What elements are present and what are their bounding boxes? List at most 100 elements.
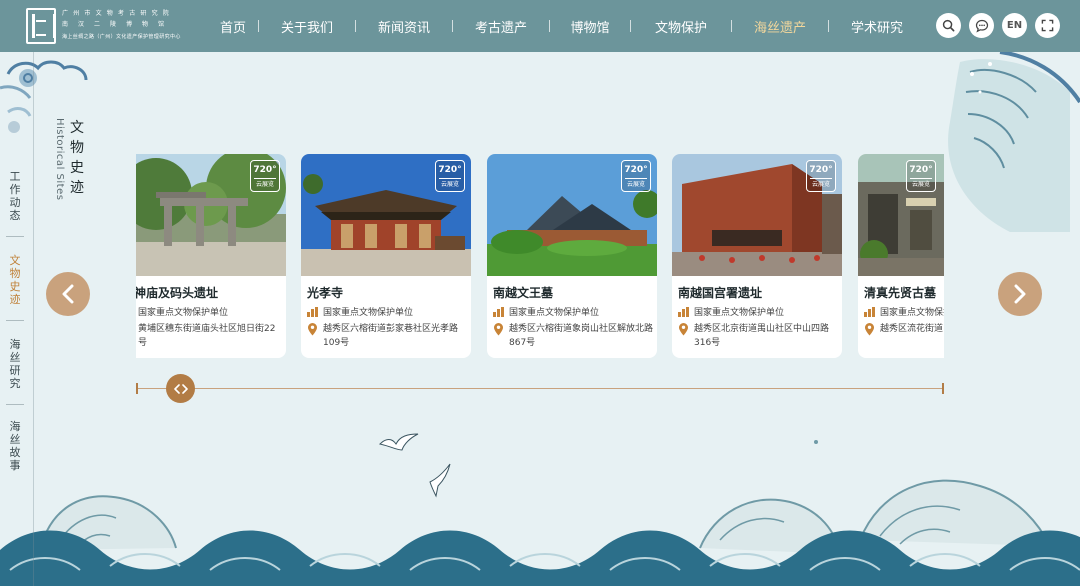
site-card-address-text: 越秀区六榕街道彭家巷社区光孝路109号	[323, 324, 459, 348]
vr-badge-top: 720°	[438, 165, 462, 175]
site-card-name: 南越国宫署遗址	[678, 286, 763, 300]
site-card[interactable]: 720° 云展览 清真先贤古墓 国家重点文物保护单位 越秀区流花街道…北路901…	[858, 154, 944, 358]
logo-text-line1: 广州市文物考古研究院	[62, 10, 175, 17]
vr-720-badge[interactable]: 720° 云展览	[621, 160, 651, 192]
logo-mark	[26, 8, 56, 44]
site-card-name: 南越文王墓	[493, 286, 554, 300]
vr-badge-top: 720°	[253, 165, 277, 175]
chat-icon	[975, 19, 988, 33]
vr-badge-top: 720°	[624, 165, 648, 175]
vr-720-badge[interactable]: 720° 云展览	[906, 160, 936, 192]
site-card-address-text: 越秀区北京街道禺山社区中山四路316号	[694, 324, 830, 348]
nav-item-conservation[interactable]: 文物保护	[631, 17, 731, 36]
site-card-name: 清真先贤古墓	[864, 286, 937, 300]
header-icon-group: EN	[936, 13, 1060, 38]
site-card-level: 国家重点文物保护单位	[307, 305, 413, 318]
nav-item-research[interactable]: 学术研究	[829, 17, 925, 36]
site-card[interactable]: 720° 云展览 南越文王墓 国家重点文物保护单位 越秀区六榕街道象岗山社区解放…	[487, 154, 657, 358]
site-card-image: 720° 云展览	[672, 154, 842, 276]
site-card-name: 海神庙及码头遗址	[136, 286, 219, 300]
site-card-level-text: 国家重点文物保护单位	[138, 308, 229, 318]
scroll-track-start-cap	[136, 383, 138, 394]
chat-button[interactable]	[969, 13, 994, 38]
vr-badge-bottom: 云展览	[254, 178, 276, 189]
nav-item-archaeology[interactable]: 考古遗产	[453, 17, 549, 36]
level-bars-icon	[493, 306, 504, 317]
language-label: EN	[1006, 20, 1023, 31]
site-card-level-text: 国家重点文物保护单位	[694, 308, 785, 318]
site-card-level: 国家重点文物保护单位	[493, 305, 599, 318]
sites-carousel: 720° 云展览 海神庙及码头遗址 国家重点文物保护单位 黄埔区穗东街道庙头社区…	[136, 154, 944, 358]
site-card[interactable]: 720° 云展览 光孝寺 国家重点文物保护单位 越秀区六榕街道彭家巷社区光孝路1…	[301, 154, 471, 358]
site-card-image: 720° 云展览	[858, 154, 944, 276]
search-button[interactable]	[936, 13, 961, 38]
side-item-silk-stories[interactable]: 海丝故事	[8, 420, 22, 472]
carousel-scroll-handle[interactable]	[166, 374, 195, 403]
vr-badge-bottom: 云展览	[625, 178, 647, 189]
nav-item-about[interactable]: 关于我们	[259, 17, 355, 36]
vr-720-badge[interactable]: 720° 云展览	[250, 160, 280, 192]
fullscreen-icon	[1041, 19, 1054, 32]
logo-text-line2: 南汉二陵博物馆	[62, 21, 175, 28]
main-nav: 首页 关于我们 新闻资讯 考古遗产 博物馆 文物保护 海丝遗产 学术研究	[208, 0, 925, 52]
side-item-historical-sites[interactable]: 文物史迹	[8, 254, 22, 306]
side-item-work-news[interactable]: 工作动态	[8, 170, 22, 222]
site-card-address: 黄埔区穗东街道庙头社区旭日街22号	[136, 322, 282, 350]
carousel-prev-button[interactable]	[46, 272, 90, 316]
location-pin-icon	[865, 323, 874, 336]
vr-badge-bottom: 云展览	[439, 178, 461, 189]
drag-arrows-icon	[173, 383, 188, 394]
site-card-level-text: 国家重点文物保护单位	[880, 308, 944, 318]
site-card[interactable]: 720° 云展览 南越国宫署遗址 国家重点文物保护单位 越秀区北京街道禺山社区中…	[672, 154, 842, 358]
scroll-track-end-cap	[942, 383, 944, 394]
nav-item-home[interactable]: 首页	[208, 17, 258, 36]
logo-text-line3: 海上丝绸之路（广州）文化遗产保护管理研究中心	[62, 34, 181, 40]
vr-badge-bottom: 云展览	[810, 178, 832, 189]
site-card-address: 越秀区北京街道禺山社区中山四路316号	[678, 322, 838, 350]
site-card-address: 越秀区流花街道…北路901号	[864, 322, 944, 336]
site-card-level-text: 国家重点文物保护单位	[323, 308, 414, 318]
section-title: 文物史迹	[70, 120, 84, 196]
location-pin-icon	[308, 323, 317, 336]
nav-item-news[interactable]: 新闻资讯	[356, 17, 452, 36]
site-card-address-text: 越秀区六榕街道象岗山社区解放北路867号	[509, 324, 654, 348]
vr-badge-top: 720°	[909, 165, 933, 175]
language-button[interactable]: EN	[1002, 13, 1027, 38]
site-card-address-text: 越秀区流花街道…北路901号	[880, 324, 944, 334]
side-menu-divider	[6, 320, 24, 321]
site-card-level: 国家重点文物保护单位	[678, 305, 784, 318]
chevron-right-icon	[1014, 284, 1026, 304]
site-card-address: 越秀区六榕街道象岗山社区解放北路867号	[493, 322, 653, 350]
site-card-name: 光孝寺	[307, 286, 344, 300]
site-card[interactable]: 720° 云展览 海神庙及码头遗址 国家重点文物保护单位 黄埔区穗东街道庙头社区…	[136, 154, 286, 358]
carousel-scroll-track[interactable]	[136, 388, 944, 389]
seagull-decoration	[378, 433, 451, 498]
level-bars-icon	[864, 306, 875, 317]
site-card-level: 国家重点文物保护单位	[864, 305, 944, 318]
site-card-address: 越秀区六榕街道彭家巷社区光孝路109号	[307, 322, 467, 350]
vr-720-badge[interactable]: 720° 云展览	[806, 160, 836, 192]
header-bar: 广州市文物考古研究院 南汉二陵博物馆 海上丝绸之路（广州）文化遗产保护管理研究中…	[0, 0, 1080, 52]
search-icon	[942, 19, 955, 32]
fullscreen-button[interactable]	[1035, 13, 1060, 38]
side-item-silk-research[interactable]: 海丝研究	[8, 338, 22, 390]
vr-720-badge[interactable]: 720° 云展览	[435, 160, 465, 192]
side-menu-rail	[33, 52, 34, 586]
chevron-left-icon	[62, 284, 74, 304]
site-card-level: 国家重点文物保护单位	[136, 305, 228, 318]
nav-item-museum[interactable]: 博物馆	[550, 17, 630, 36]
bottom-wave-decoration	[0, 440, 1080, 586]
level-bars-icon	[678, 306, 689, 317]
vr-badge-top: 720°	[809, 165, 833, 175]
side-menu-divider	[6, 404, 24, 405]
site-card-address-text: 黄埔区穗东街道庙头社区旭日街22号	[138, 324, 276, 348]
nav-item-maritime-silk-heritage[interactable]: 海丝遗产	[732, 17, 828, 36]
site-card-image: 720° 云展览	[136, 154, 286, 276]
site-card-level-text: 国家重点文物保护单位	[509, 308, 600, 318]
site-card-image: 720° 云展览	[301, 154, 471, 276]
vr-badge-bottom: 云展览	[910, 178, 932, 189]
side-menu: 工作动态 文物史迹 海丝研究 海丝故事	[0, 52, 34, 586]
carousel-next-button[interactable]	[998, 272, 1042, 316]
site-logo[interactable]: 广州市文物考古研究院 南汉二陵博物馆 海上丝绸之路（广州）文化遗产保护管理研究中…	[26, 8, 206, 46]
location-pin-icon	[494, 323, 503, 336]
